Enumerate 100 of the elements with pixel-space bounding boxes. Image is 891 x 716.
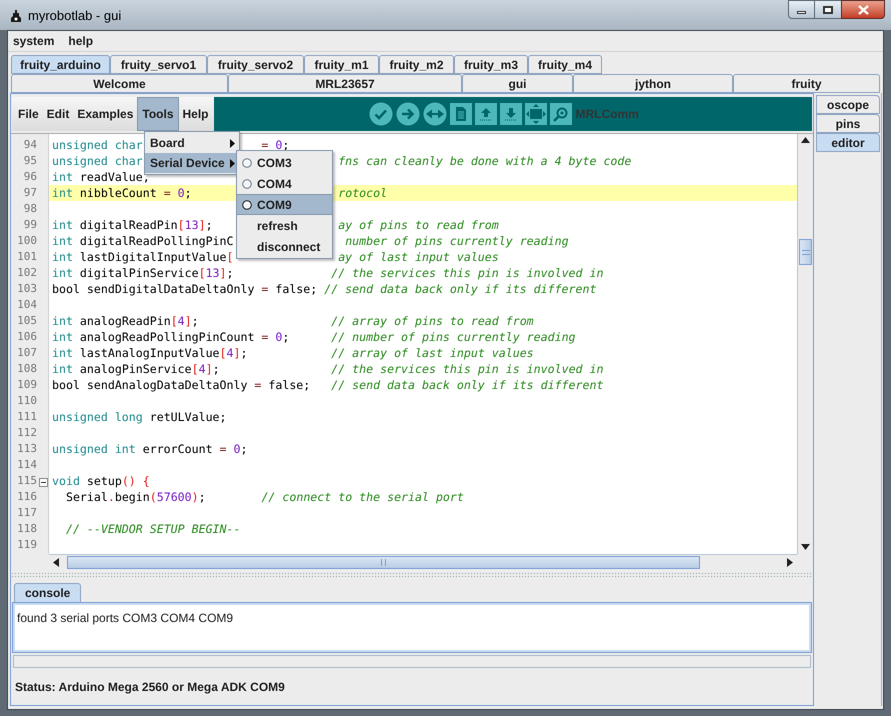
line-number: 113 [17, 440, 37, 457]
menu-item[interactable]: system [13, 32, 54, 50]
expand-icon[interactable] [524, 103, 547, 125]
tab[interactable]: oscope [816, 95, 880, 114]
scroll-left-icon[interactable] [53, 558, 59, 567]
maximize-button[interactable] [815, 0, 841, 19]
code-line: ay of last input values [338, 249, 499, 265]
check-icon[interactable] [368, 102, 393, 126]
line-number: 94 [24, 136, 37, 153]
menu-item[interactable]: File [14, 97, 43, 131]
scroll-thumb[interactable] [67, 556, 700, 569]
line-number: 98 [24, 200, 37, 217]
upload-icon[interactable] [474, 103, 497, 125]
tab[interactable]: fruity_m1 [304, 55, 379, 74]
line-number: 104 [17, 296, 37, 313]
line-number: 114 [17, 456, 37, 473]
menu-item[interactable]: help [68, 32, 94, 50]
menu-item[interactable]: COM3 [237, 152, 332, 173]
line-number: 101 [17, 248, 37, 265]
scroll-down-icon[interactable] [801, 544, 810, 550]
tab[interactable]: jython [573, 74, 733, 93]
code-line: int nibbleCount = 0; [52, 185, 192, 201]
tab[interactable]: fruity [733, 74, 880, 93]
line-number: 119 [17, 536, 37, 553]
code-line: void setup() { [52, 473, 150, 489]
menu-item[interactable]: Help [178, 97, 213, 131]
tab[interactable]: editor [816, 133, 880, 152]
window-title: myrobotlab - gui [28, 7, 122, 25]
line-number: 99 [24, 216, 37, 233]
code-line: int analogPinService[4]; // the services this pin is involved in [52, 361, 604, 377]
tab[interactable]: fruity_arduino [11, 55, 110, 74]
code-line: bool sendDigitalDataDeltaOnly = false; // send data back only if its different [52, 281, 596, 297]
code-line: int analogReadPollingPinCount = 0; // number of pins currently reading [52, 329, 576, 345]
sketch-name: MRLComm [576, 106, 639, 123]
line-number: 112 [17, 424, 37, 441]
line-number: 118 [17, 520, 37, 537]
scroll-up-icon[interactable] [801, 137, 810, 143]
tab[interactable]: pins [816, 114, 880, 133]
line-number: 107 [17, 344, 37, 361]
vertical-scrollbar[interactable] [797, 134, 813, 554]
magnifier-icon[interactable] [550, 103, 572, 125]
close-button[interactable] [841, 0, 885, 19]
line-number: 115 [17, 472, 37, 489]
menu-item[interactable]: COM4 [237, 173, 332, 194]
code-line: bool sendAnalogDataDeltaOnly = false; // send data back only if its different [52, 377, 604, 393]
menu-item[interactable]: COM9 [237, 194, 332, 215]
code-line: fns can cleanly be done with a 4 byte code [338, 153, 632, 169]
menu-item[interactable]: disconnect [237, 236, 332, 257]
line-number: 116 [17, 488, 37, 505]
code-line: unsigned char [52, 137, 143, 153]
code-line: Serial.begin(57600); // connect to the serial port [66, 489, 464, 505]
code-line: int digitalReadPollingPinC [52, 233, 234, 249]
menu-item[interactable]: refresh [237, 215, 332, 236]
line-number: 102 [17, 264, 37, 281]
submenu-arrow-icon [230, 138, 235, 148]
code-line: rotocol [338, 185, 388, 201]
tab[interactable]: fruity_m3 [454, 55, 528, 74]
line-number: 97 [24, 184, 37, 201]
app-icon [10, 9, 22, 23]
tab[interactable]: fruity_servo2 [207, 55, 304, 74]
line-number: 105 [17, 312, 37, 329]
document-icon[interactable] [450, 103, 472, 125]
scroll-right-icon[interactable] [787, 558, 793, 567]
line-number: 109 [17, 376, 37, 393]
line-number: 96 [24, 168, 37, 185]
code-line: number of pins currently reading [345, 233, 569, 249]
code-line: ay of pins to read from [338, 217, 499, 233]
submenu-arrow-icon [230, 158, 235, 168]
tab[interactable]: MRL23657 [228, 74, 462, 93]
close-icon [858, 4, 868, 14]
line-number: 108 [17, 360, 37, 377]
arrow-right-icon[interactable] [396, 102, 420, 126]
minimize-button[interactable] [788, 0, 815, 19]
code-line: // --VENDOR SETUP BEGIN-- [66, 521, 240, 537]
code-line: int digitalPinService[13]; // the services this pin is involved in [52, 265, 604, 281]
download-icon[interactable] [500, 103, 522, 125]
tab[interactable]: gui [462, 74, 573, 93]
code-line: int digitalReadPin[13]; [52, 217, 213, 233]
line-number: 111 [17, 408, 37, 425]
scroll-thumb[interactable] [799, 239, 812, 265]
tab[interactable]: fruity_m2 [379, 55, 454, 74]
code-line: int lastAnalogInputValue[4]; // array of last input values [52, 345, 534, 361]
console-tab[interactable]: console [14, 583, 82, 603]
tab[interactable]: fruity_m4 [528, 55, 602, 74]
code-line: int lastDigitalInputValue[ [52, 249, 234, 265]
menu-item[interactable]: Examples [73, 97, 138, 131]
tab[interactable]: fruity_servo1 [110, 55, 207, 74]
menu-item[interactable]: Edit [42, 97, 74, 131]
fold-icon[interactable] [39, 478, 48, 487]
code-line: int analogReadPin[4]; // array of pins to read from [52, 313, 534, 329]
menu-item[interactable]: Tools [137, 97, 178, 131]
tab[interactable]: Welcome [11, 74, 228, 93]
menu-item[interactable]: Serial Device [145, 153, 239, 173]
console-text: found 3 serial ports COM3 COM4 COM9 [17, 611, 234, 625]
code-line: unsigned char [52, 153, 143, 169]
status-text: Status: Arduino Mega 2560 or Mega ADK COM9 [15, 678, 285, 696]
line-number: 103 [17, 280, 37, 297]
line-number: 117 [17, 504, 37, 521]
line-number: 106 [17, 328, 37, 345]
menu-item[interactable]: Board [145, 133, 239, 153]
